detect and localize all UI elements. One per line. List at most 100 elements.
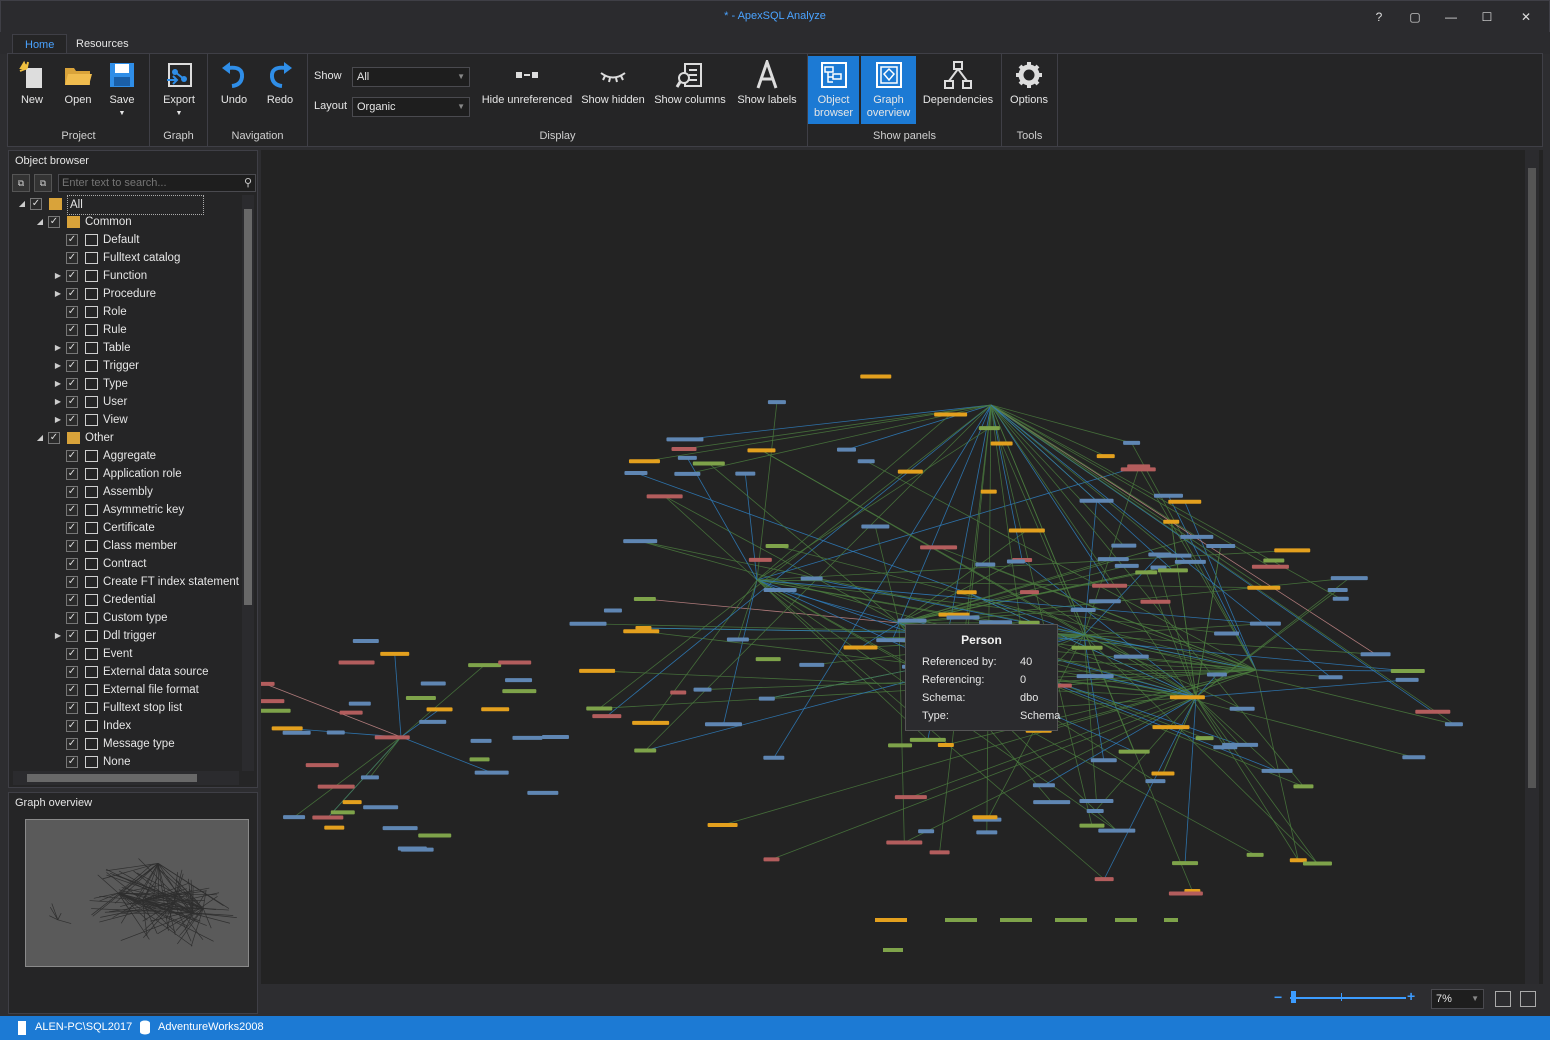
graph-node[interactable] <box>1195 736 1214 741</box>
graph-node[interactable] <box>586 706 613 711</box>
graph-node[interactable] <box>339 710 363 715</box>
undo-button[interactable]: Undo <box>214 56 254 126</box>
graph-node[interactable] <box>767 400 786 405</box>
graph-node[interactable] <box>1263 558 1285 563</box>
tree-checkbox[interactable]: ✓ <box>66 468 78 480</box>
graph-node[interactable] <box>920 545 958 550</box>
graph-node[interactable] <box>876 638 909 643</box>
graph-node[interactable] <box>419 719 447 724</box>
overview-viewport[interactable] <box>25 819 249 967</box>
graph-node[interactable] <box>929 850 950 855</box>
scrollbar-thumb[interactable] <box>244 209 252 605</box>
graph-node[interactable] <box>541 735 569 740</box>
graph-node[interactable] <box>1135 570 1158 575</box>
graph-node[interactable] <box>426 707 453 712</box>
tree-checkbox[interactable]: ✓ <box>66 612 78 624</box>
graph-node[interactable] <box>897 618 927 623</box>
graph-node[interactable] <box>1330 576 1368 581</box>
graph-node[interactable] <box>800 576 823 581</box>
graph-node[interactable] <box>1086 809 1104 814</box>
graph-node[interactable] <box>1113 654 1149 659</box>
graph-overview-toggle[interactable]: Graph overview <box>861 56 916 124</box>
help-button[interactable]: ? <box>1369 7 1389 27</box>
tree-item[interactable]: ✓ Default <box>9 231 241 249</box>
open-button[interactable]: Open <box>56 56 100 126</box>
tree-item[interactable]: ✓ External file format <box>9 681 241 699</box>
graph-node[interactable] <box>1032 783 1055 788</box>
tree-checkbox[interactable]: ✓ <box>66 342 78 354</box>
graph-node[interactable] <box>1055 918 1087 922</box>
tree-checkbox[interactable]: ✓ <box>66 234 78 246</box>
tree-checkbox[interactable]: ✓ <box>66 252 78 264</box>
tree-checkbox[interactable]: ✓ <box>66 540 78 552</box>
dependency-graph[interactable] <box>254 150 1523 984</box>
tree-item[interactable]: ✓ Create FT index statement <box>9 573 241 591</box>
graph-node[interactable] <box>1006 559 1025 564</box>
expand-toggle-icon[interactable]: ▶ <box>53 627 63 645</box>
fit-to-screen-icon[interactable] <box>1495 991 1511 1007</box>
tree-checkbox[interactable]: ✓ <box>66 504 78 516</box>
graph-node[interactable] <box>623 629 660 634</box>
maximize-button[interactable]: ☐ <box>1477 7 1497 27</box>
tree-checkbox[interactable]: ✓ <box>66 360 78 372</box>
export-dropdown-icon[interactable]: ▼ <box>156 107 202 120</box>
graph-node[interactable] <box>505 678 533 683</box>
tree-checkbox[interactable]: ✓ <box>66 720 78 732</box>
graph-node[interactable] <box>512 735 543 740</box>
zoom-level-select[interactable]: 7% ▼ <box>1431 989 1484 1009</box>
graph-node[interactable] <box>945 918 977 922</box>
tree-checkbox[interactable]: ✓ <box>66 270 78 282</box>
graph-node[interactable] <box>374 735 410 740</box>
graph-node[interactable] <box>975 562 996 567</box>
graph-node[interactable] <box>1318 675 1343 680</box>
tree-item[interactable]: ◢ ✓ All <box>9 195 241 215</box>
graph-node[interactable] <box>748 557 772 562</box>
graph-node[interactable] <box>692 461 725 466</box>
graph-node[interactable] <box>283 815 306 820</box>
tree-checkbox[interactable]: ✓ <box>48 432 60 444</box>
zoom-slider-thumb[interactable] <box>1291 991 1296 1003</box>
graph-node[interactable] <box>633 597 656 602</box>
graph-node[interactable] <box>1293 784 1314 789</box>
graph-node[interactable] <box>1332 596 1349 601</box>
graph-node[interactable] <box>897 469 923 474</box>
graph-node[interactable] <box>1395 677 1419 682</box>
graph-node[interactable] <box>1415 709 1451 714</box>
graph-node[interactable] <box>1123 440 1141 445</box>
graph-node[interactable] <box>623 539 658 544</box>
graph-node[interactable] <box>894 795 927 800</box>
graph-node[interactable] <box>888 743 913 748</box>
graph-node[interactable] <box>1008 528 1045 533</box>
zoom-slider-track[interactable] <box>1290 997 1406 999</box>
graph-node[interactable] <box>1090 758 1117 763</box>
graph-node[interactable] <box>1019 590 1039 595</box>
graph-node[interactable] <box>946 615 980 620</box>
tree-checkbox[interactable]: ✓ <box>66 630 78 642</box>
graph-node[interactable] <box>1327 587 1348 592</box>
dependencies-button[interactable]: Dependencies <box>920 56 996 126</box>
graph-node[interactable] <box>474 770 509 775</box>
new-button[interactable]: New <box>12 56 52 126</box>
graph-node[interactable] <box>883 948 903 952</box>
graph-node[interactable] <box>646 494 683 499</box>
graph-node[interactable] <box>1229 706 1255 711</box>
tree-item[interactable]: ✓ Application role <box>9 465 241 483</box>
save-dropdown-icon[interactable]: ▼ <box>104 107 140 120</box>
tree-item[interactable]: ✓ External data source <box>9 663 241 681</box>
graph-node[interactable] <box>363 805 399 810</box>
graph-node[interactable] <box>470 738 492 743</box>
graph-node[interactable] <box>763 588 797 593</box>
graph-node[interactable] <box>1251 564 1289 569</box>
expand-all-icon[interactable]: ⧉ <box>12 174 30 192</box>
tree-checkbox[interactable]: ✓ <box>66 738 78 750</box>
graph-node[interactable] <box>348 701 371 706</box>
graph-node[interactable] <box>726 637 749 642</box>
graph-node[interactable] <box>1402 755 1426 760</box>
graph-canvas[interactable] <box>254 150 1543 984</box>
tree-item[interactable]: ✓ Fulltext stop list <box>9 699 241 717</box>
graph-node[interactable] <box>956 590 977 595</box>
graph-node[interactable] <box>1000 918 1032 922</box>
graph-node[interactable] <box>837 447 857 452</box>
tree-item[interactable]: ✓ Asymmetric key <box>9 501 241 519</box>
graph-node[interactable] <box>1172 861 1199 866</box>
